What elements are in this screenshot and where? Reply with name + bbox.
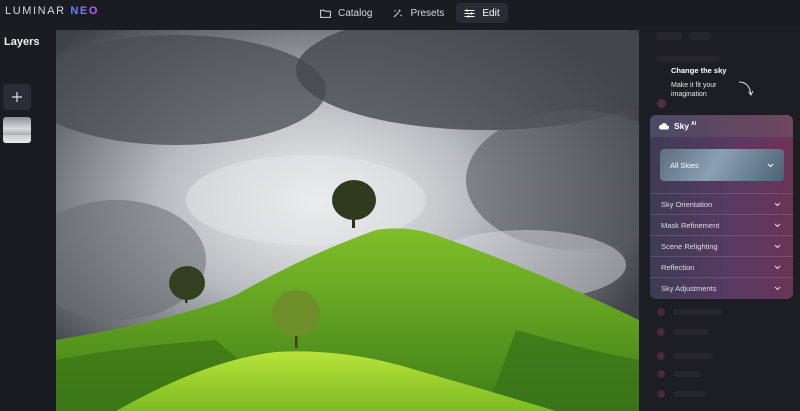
- section-label: Sky Orientation: [661, 199, 713, 209]
- panel-placeholder: [673, 309, 723, 315]
- panel-placeholder: [673, 353, 713, 359]
- top-bar: LUMINAR NEO Catalog Presets Edit: [0, 0, 800, 26]
- edit-panel: Change the sky Make it fit your imaginat…: [639, 26, 800, 411]
- sky-tool-card: Sky AI All Skies Sky Orientation Mask Ref…: [650, 115, 793, 299]
- tab-edit[interactable]: Edit: [456, 3, 508, 23]
- chevron-down-icon: [774, 200, 781, 209]
- sky-tool-header[interactable]: Sky AI: [650, 115, 793, 137]
- layers-panel: Layers: [0, 30, 56, 411]
- chevron-down-icon: [774, 242, 781, 251]
- sky-tool-title: Sky AI: [674, 121, 696, 131]
- plus-icon: [11, 91, 23, 103]
- sky-title-text: Sky: [674, 121, 690, 131]
- tab-catalog-label: Catalog: [338, 7, 373, 19]
- panel-placeholder: [656, 32, 682, 40]
- panel-placeholder: [673, 391, 705, 397]
- layer-thumbnail[interactable]: [3, 117, 31, 143]
- section-label: Mask Refinement: [661, 220, 720, 230]
- panel-placeholder: [657, 352, 665, 360]
- section-label: Scene Relighting: [661, 241, 718, 251]
- sky-sections: Sky Orientation Mask Refinement Scene Re…: [650, 193, 793, 298]
- chevron-down-icon: [774, 221, 781, 230]
- sky-promo: Change the sky Make it fit your imaginat…: [671, 66, 791, 99]
- folder-icon: [320, 9, 331, 18]
- tab-presets-label: Presets: [410, 7, 445, 19]
- sliders-icon: [464, 8, 475, 18]
- sky-selection-dropdown[interactable]: All Skies: [660, 149, 784, 181]
- section-sky-adjustments[interactable]: Sky Adjustments: [650, 277, 793, 298]
- panel-placeholder: [657, 390, 665, 398]
- promo-text: Make it fit your imagination: [671, 82, 717, 98]
- panel-placeholder: [673, 329, 709, 335]
- panel-placeholder: [656, 56, 720, 62]
- tab-presets[interactable]: Presets: [384, 3, 452, 23]
- chevron-down-icon: [774, 284, 781, 293]
- app-logo: LUMINAR NEO: [5, 5, 99, 17]
- panel-placeholder: [657, 370, 665, 378]
- section-label: Sky Adjustments: [661, 283, 717, 293]
- section-scene-relighting[interactable]: Scene Relighting: [650, 235, 793, 256]
- tab-edit-label: Edit: [482, 7, 500, 19]
- logo-accent-text: NEO: [70, 5, 100, 17]
- curved-arrow-icon: [737, 80, 755, 103]
- chevron-down-icon: [767, 161, 774, 170]
- section-mask-refinement[interactable]: Mask Refinement: [650, 214, 793, 235]
- panel-placeholder: [689, 32, 711, 40]
- ai-badge: AI: [691, 121, 697, 128]
- sky-selection-value: All Skies: [670, 160, 699, 170]
- panel-placeholder: [673, 371, 701, 377]
- panel-placeholder: [657, 99, 666, 108]
- section-reflection[interactable]: Reflection: [650, 256, 793, 277]
- promo-title: Change the sky: [671, 66, 727, 75]
- section-sky-orientation[interactable]: Sky Orientation: [650, 193, 793, 214]
- chevron-down-icon: [774, 263, 781, 272]
- tab-catalog[interactable]: Catalog: [312, 3, 380, 23]
- logo-main-text: LUMINAR: [5, 5, 71, 17]
- panel-placeholder: [657, 328, 665, 336]
- main-nav: Catalog Presets Edit: [312, 3, 508, 23]
- cloud-icon: [658, 117, 669, 135]
- presets-icon: [392, 8, 403, 19]
- layers-title: Layers: [4, 36, 40, 48]
- add-layer-button[interactable]: [3, 84, 31, 110]
- photo-canvas[interactable]: [56, 30, 639, 411]
- panel-placeholder: [657, 308, 665, 316]
- section-label: Reflection: [661, 262, 695, 272]
